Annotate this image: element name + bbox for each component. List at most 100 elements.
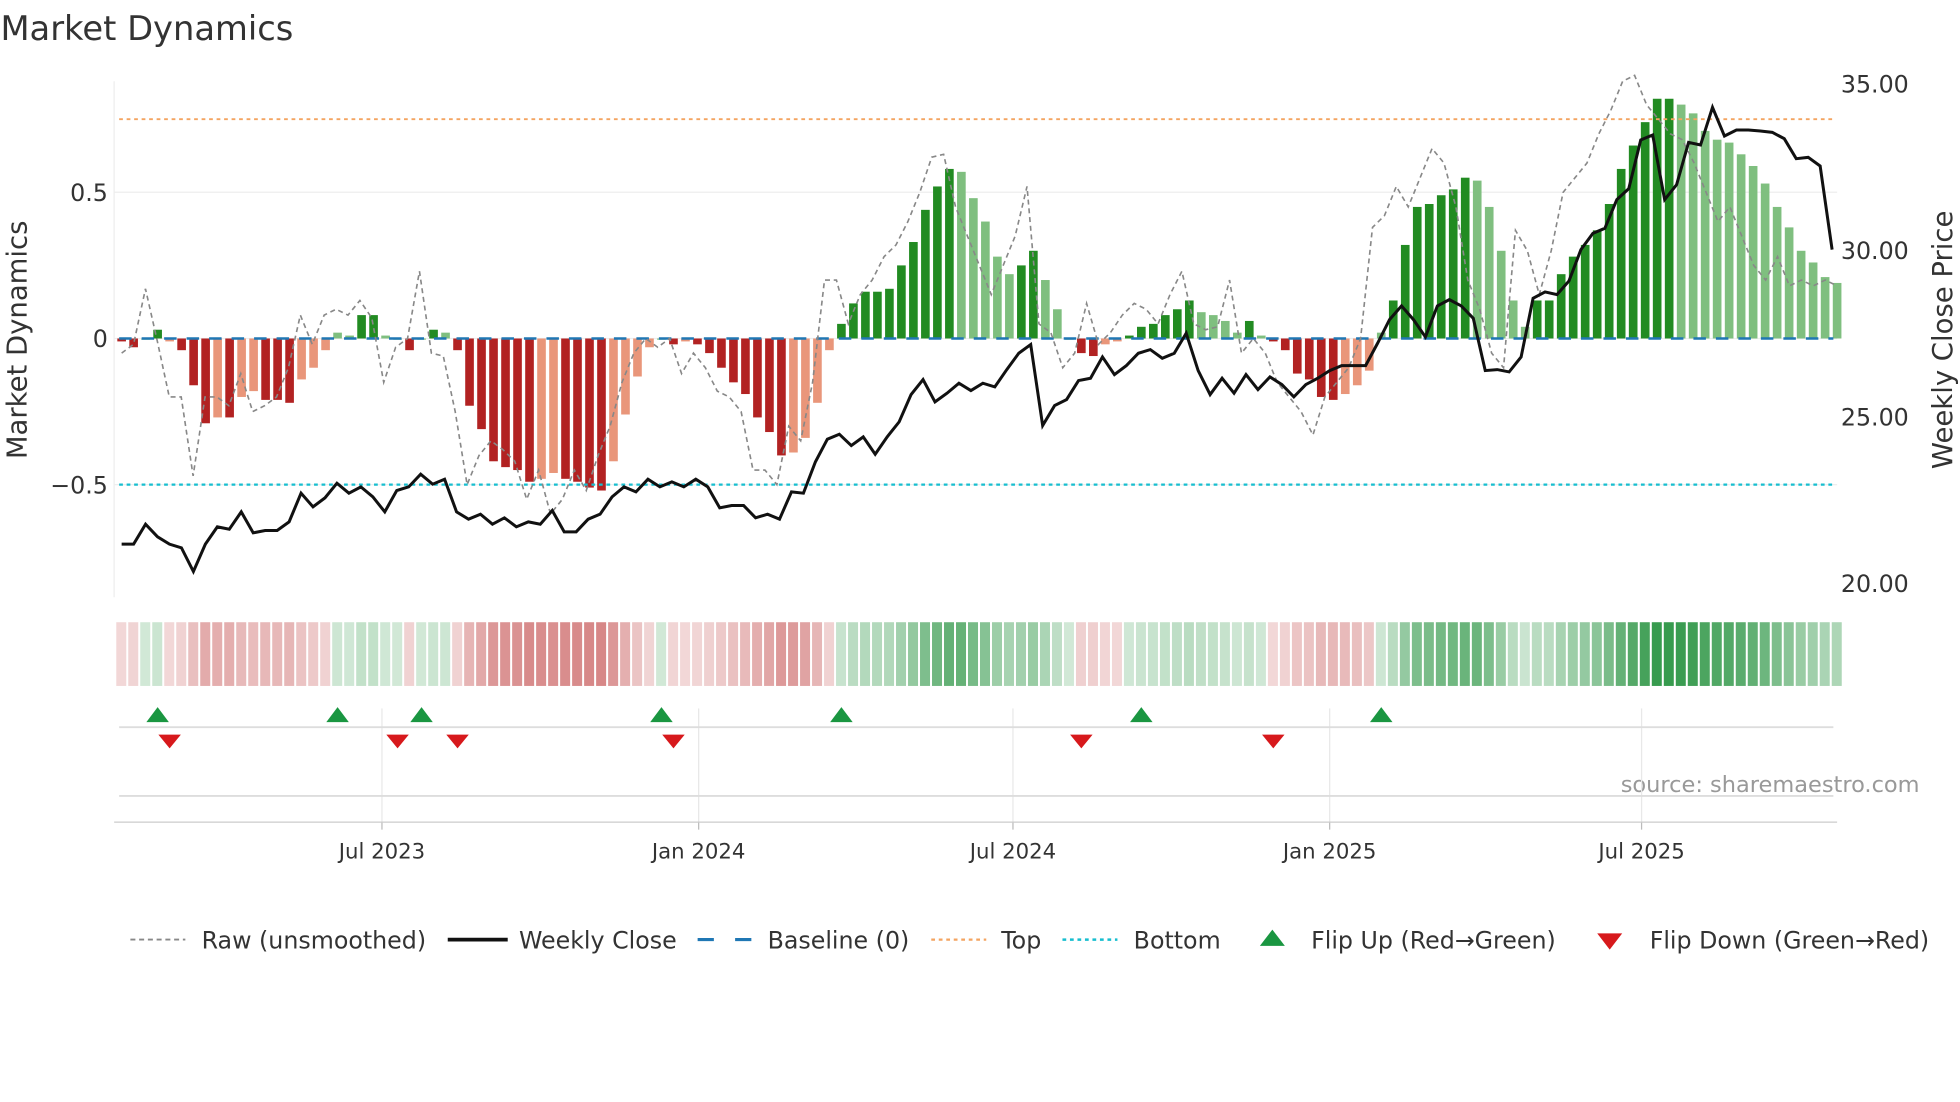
regime-strip-cell [692, 622, 703, 686]
x-tick-label: Jul 2024 [968, 839, 1056, 864]
momentum-bar [885, 288, 894, 339]
momentum-bar [213, 338, 222, 418]
regime-strip-cell [1447, 622, 1458, 686]
momentum-bar [729, 338, 738, 383]
regime-strip-cell [1147, 622, 1158, 686]
regime-strip-cell [356, 622, 367, 686]
regime-strip-cell [704, 622, 715, 686]
momentum-bar [369, 315, 378, 339]
momentum-bar [741, 338, 750, 395]
regime-strip-cell [1039, 622, 1050, 686]
regime-strip-cell [308, 622, 319, 686]
regime-strip-cell [344, 622, 355, 686]
momentum-bar [1160, 315, 1170, 339]
regime-strip-cell [1399, 622, 1410, 686]
regime-strip-cell [860, 622, 871, 686]
momentum-bar [909, 242, 918, 339]
regime-strip-cell [1543, 622, 1554, 686]
regime-strip-cell [1495, 622, 1506, 686]
y-tick-label: 0 [93, 325, 108, 353]
regime-strip-cell [896, 622, 907, 686]
momentum-bar [765, 338, 774, 433]
regime-strip-cell [632, 622, 643, 686]
regime-strip-cell [416, 622, 427, 686]
y2-tick-label: 20.00 [1841, 570, 1909, 598]
momentum-bar [189, 338, 198, 386]
y-tick-label: −0.5 [50, 471, 108, 499]
regime-strip-cell [1663, 622, 1674, 686]
regime-strip-cell [1111, 622, 1122, 686]
regime-strip-cell [1351, 622, 1362, 686]
raw-line [121, 74, 1838, 516]
momentum-bar [777, 338, 786, 456]
regime-strip-cell [1567, 622, 1578, 686]
regime-strip-cell [1771, 622, 1782, 686]
regime-strip-cell [1339, 622, 1350, 686]
legend-label: Flip Up (Red→Green) [1311, 926, 1556, 954]
regime-strip-cell [1123, 622, 1134, 686]
momentum-bar [993, 256, 1002, 339]
momentum-bar [1280, 338, 1290, 351]
regime-strip-cell [1435, 622, 1446, 686]
regime-strip-cell [1591, 622, 1602, 686]
regime-strip-cell [1375, 622, 1386, 686]
momentum-bar [1580, 244, 1590, 339]
regime-strip-cell [1243, 622, 1254, 686]
regime-strip-cell [368, 622, 379, 686]
momentum-bar [1017, 265, 1026, 339]
momentum-bar [585, 338, 594, 488]
momentum-bar [1640, 122, 1650, 339]
regime-strip-cell [116, 622, 127, 686]
momentum-bar [825, 338, 834, 351]
regime-strip-cell [1627, 622, 1638, 686]
momentum-bar [1316, 338, 1326, 397]
y2-tick-label: 35.00 [1841, 70, 1909, 98]
flip-down-marker [386, 734, 409, 749]
regime-strip-cell [728, 622, 739, 686]
x-tick-label: Jul 2025 [1596, 839, 1684, 864]
momentum-bar [897, 265, 906, 339]
regime-strip-cell [1231, 622, 1242, 686]
regime-strip-cell [788, 622, 799, 686]
momentum-bar [1592, 230, 1602, 339]
regime-strip-cell [968, 622, 979, 686]
momentum-bar [321, 338, 330, 351]
regime-strip-cell [476, 622, 487, 686]
regime-strip-cell [1795, 622, 1806, 686]
regime-strip-cell [872, 622, 883, 686]
flip-up-marker [326, 707, 349, 723]
momentum-bar [597, 338, 606, 491]
momentum-bar [1808, 262, 1818, 339]
momentum-bar [1700, 130, 1710, 339]
flip-up-marker [410, 707, 433, 723]
regime-strip-cell [1699, 622, 1710, 686]
regime-strip-cell [776, 622, 787, 686]
legend-label: Baseline (0) [768, 926, 910, 954]
regime-strip-cell [512, 622, 523, 686]
regime-strip-cell [1075, 622, 1086, 686]
regime-strip-cell [764, 622, 775, 686]
regime-strip-cell [296, 622, 307, 686]
regime-strip-cell [1807, 622, 1818, 686]
flip-down-marker [446, 734, 469, 749]
legend-label: Weekly Close [519, 926, 677, 954]
legend-flip-down-icon [1597, 933, 1623, 950]
regime-strip-cell [1063, 622, 1074, 686]
regime-strip-cell [1255, 622, 1266, 686]
regime-strip-cell [656, 622, 667, 686]
momentum-bar [261, 338, 270, 400]
regime-strip-cell [140, 622, 151, 686]
regime-strip-cell [1003, 622, 1014, 686]
flip-down-marker [158, 734, 181, 749]
regime-strip-cell [464, 622, 475, 686]
regime-strip-cell [380, 622, 391, 686]
momentum-bar [1784, 227, 1794, 339]
momentum-bar [1220, 320, 1230, 339]
momentum-bar [1232, 332, 1242, 339]
regime-strip-cell [320, 622, 331, 686]
momentum-bar [297, 338, 306, 380]
momentum-bar [501, 338, 510, 468]
momentum-bar [873, 291, 882, 339]
momentum-bar [933, 186, 942, 339]
momentum-bar [1400, 244, 1410, 339]
